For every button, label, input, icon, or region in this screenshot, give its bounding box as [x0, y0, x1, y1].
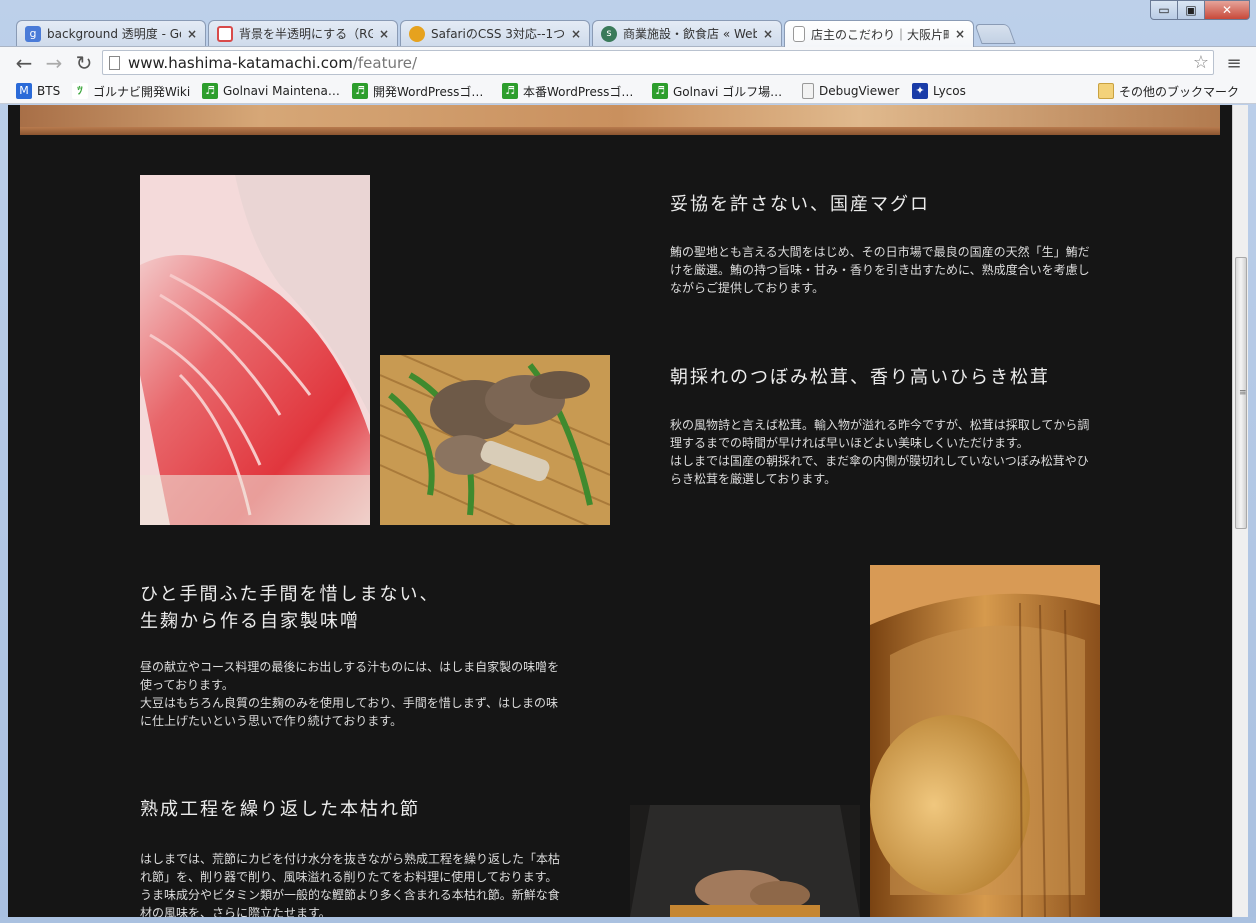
vertical-scrollbar[interactable]: ≡: [1232, 105, 1248, 917]
section-heading-tuna: 妥協を許さない、国産マグロ: [670, 194, 930, 215]
back-button[interactable]: ←: [12, 51, 36, 75]
chef-photo: [630, 805, 860, 917]
tab-0[interactable]: g background 透明度 - Go ×: [16, 20, 206, 46]
redmine-icon: ♬: [352, 83, 368, 99]
tab-3[interactable]: s 商業施設・飲食店 « Web ×: [592, 20, 782, 46]
close-icon[interactable]: ×: [187, 27, 197, 41]
page-content: 妥協を許さない、国産マグロ 鮪の聖地とも言える大間をはじめ、その日市場で最良の国…: [8, 105, 1232, 917]
matsutake-photo: [380, 355, 610, 525]
paragraph: 秋の風物詩と言えば松茸。輸入物が溢れる昨今ですが、松茸は採取してから調理するまで…: [670, 418, 1090, 450]
toolbar: ← → ↻ www.hashima-katamachi.com/feature/…: [0, 46, 1256, 78]
m-icon: M: [16, 83, 32, 99]
bookmark-label: Golnavi Maintena…: [223, 84, 340, 98]
tab-2[interactable]: SafariのCSS 3対応--1つ ×: [400, 20, 590, 46]
redmine-icon: ♬: [202, 83, 218, 99]
url-path: /feature/: [352, 53, 418, 72]
new-tab-button[interactable]: [974, 24, 1016, 44]
page-icon: [793, 26, 805, 42]
paragraph: 大豆はもちろん良質の生麹のみを使用しており、手間を惜しまず、はしまの味に仕上げた…: [140, 696, 558, 728]
url-host: www.hashima-katamachi.com: [128, 53, 353, 72]
paragraph: 鮪の聖地とも言える大間をはじめ、その日市場で最良の国産の天然「生」鮪だけを厳選。…: [670, 245, 1090, 295]
folder-icon: [1098, 83, 1114, 99]
bookmark-golnavi-golf[interactable]: ♬ Golnavi ゴルフ場…: [652, 81, 782, 101]
address-bar[interactable]: www.hashima-katamachi.com/feature/ ☆: [102, 50, 1214, 75]
redmine-icon: ♬: [652, 83, 668, 99]
bookmark-label: ゴルナビ開発Wiki: [93, 84, 191, 99]
bookmark-label: Lycos: [933, 84, 966, 98]
bookmark-bts[interactable]: M BTS: [16, 81, 60, 101]
maximize-button[interactable]: ▣: [1177, 0, 1205, 20]
bookmark-label: 開発WordPressゴ…: [373, 84, 484, 99]
paragraph: はしまでは、荒節にカビを付け水分を抜きながら熟成工程を繰り返した「本枯れ節」を、…: [140, 852, 561, 917]
bookmark-label: その他のブックマーク: [1119, 84, 1240, 99]
bookmark-debugviewer[interactable]: DebugViewer: [802, 81, 899, 101]
bookmark-wiki[interactable]: ﾂ ゴルナビ開発Wiki: [72, 81, 190, 101]
bookmark-golnavi-maintenance[interactable]: ♬ Golnavi Maintena…: [202, 81, 340, 101]
menu-icon[interactable]: ≡: [1222, 51, 1246, 75]
tab-title: 背景を半透明にする（RG: [239, 27, 373, 41]
bookmark-label: 本番WordPressゴ…: [523, 84, 634, 99]
window-frame-bottom: [0, 917, 1256, 923]
bookmarks-bar: M BTS ﾂ ゴルナビ開発Wiki ♬ Golnavi Maintena… ♬ 開発W…: [0, 78, 1256, 104]
forward-button[interactable]: →: [42, 51, 66, 75]
minimize-button[interactable]: ▭: [1150, 0, 1178, 20]
close-icon[interactable]: ×: [379, 27, 389, 41]
bookmark-label: DebugViewer: [819, 84, 900, 98]
bookmark-dev-wordpress[interactable]: ♬ 開発WordPressゴ…: [352, 81, 483, 101]
bookmark-label: Golnavi ゴルフ場…: [673, 84, 783, 99]
hero-image: [20, 105, 1220, 135]
bookmark-lycos[interactable]: ✦ Lycos: [912, 81, 966, 101]
page-icon: [802, 83, 814, 99]
bookmark-other-folder[interactable]: その他のブックマーク: [1098, 81, 1239, 101]
page-icon: [109, 55, 120, 70]
scrollbar-thumb[interactable]: ≡: [1235, 257, 1247, 529]
miso-barrel-photo: [870, 565, 1100, 917]
close-icon[interactable]: ×: [763, 27, 773, 41]
tab-title: 店主のこだわり｜大阪片町: [811, 27, 949, 42]
tab-strip: g background 透明度 - Go × 背景を半透明にする（RG × S…: [0, 0, 1256, 47]
paragraph: 昼の献立やコース料理の最後にお出しする汁ものには、はしま自家製の味噌を使っており…: [140, 660, 560, 692]
bookmark-prod-wordpress[interactable]: ♬ 本番WordPressゴ…: [502, 81, 633, 101]
tab-1[interactable]: 背景を半透明にする（RG ×: [208, 20, 398, 46]
browser-window: g background 透明度 - Go × 背景を半透明にする（RG × S…: [0, 0, 1256, 923]
reload-button[interactable]: ↻: [72, 51, 96, 75]
paragraph: はしまでは国産の朝採れで、まだ傘の内側が膜切れしていないつぼみ松茸やひらき松茸を…: [670, 454, 1089, 486]
heading-line: ひと手間ふた手間を惜しまない、: [140, 584, 440, 605]
close-icon[interactable]: ×: [571, 27, 581, 41]
google-icon: g: [25, 25, 41, 42]
s-icon: s: [601, 25, 617, 42]
close-icon[interactable]: ×: [955, 27, 965, 41]
tuna-photo: [140, 175, 370, 525]
tab-title: background 透明度 - Go: [47, 27, 181, 41]
wiki-icon: ﾂ: [72, 83, 88, 99]
section-body-miso: 昼の献立やコース料理の最後にお出しする汁ものには、はしま自家製の味噌を使っており…: [140, 658, 562, 730]
safari-icon: [409, 25, 425, 42]
heading-line: 生麹から作る自家製味噌: [140, 611, 360, 632]
grip-icon: ≡: [1239, 388, 1247, 398]
section-heading-katsuobushi: 熟成工程を繰り返した本枯れ節: [140, 799, 420, 820]
section-heading-matsutake: 朝採れのつぼみ松茸、香り高いひらき松茸: [670, 367, 1050, 388]
tab-title: 商業施設・飲食店 « Web: [623, 27, 757, 41]
pages-icon: [217, 25, 233, 42]
tab-title: SafariのCSS 3対応--1つ: [431, 27, 565, 41]
bookmark-label: BTS: [37, 84, 61, 98]
redmine-icon: ♬: [502, 83, 518, 99]
section-heading-miso: ひと手間ふた手間を惜しまない、 生麹から作る自家製味噌: [140, 581, 439, 635]
section-body-matsutake: 秋の風物詩と言えば松茸。輸入物が溢れる昨今ですが、松茸は採取してから調理するまで…: [670, 416, 1092, 488]
section-body-tuna: 鮪の聖地とも言える大間をはじめ、その日市場で最良の国産の天然「生」鮪だけを厳選。…: [670, 243, 1092, 297]
star-icon[interactable]: ☆: [1193, 52, 1209, 73]
lycos-icon: ✦: [912, 83, 928, 99]
tab-4-active[interactable]: 店主のこだわり｜大阪片町 ×: [784, 20, 974, 47]
section-body-katsuobushi: はしまでは、荒節にカビを付け水分を抜きながら熟成工程を繰り返した「本枯れ節」を、…: [140, 850, 562, 917]
window-close-button[interactable]: ✕: [1204, 0, 1250, 20]
